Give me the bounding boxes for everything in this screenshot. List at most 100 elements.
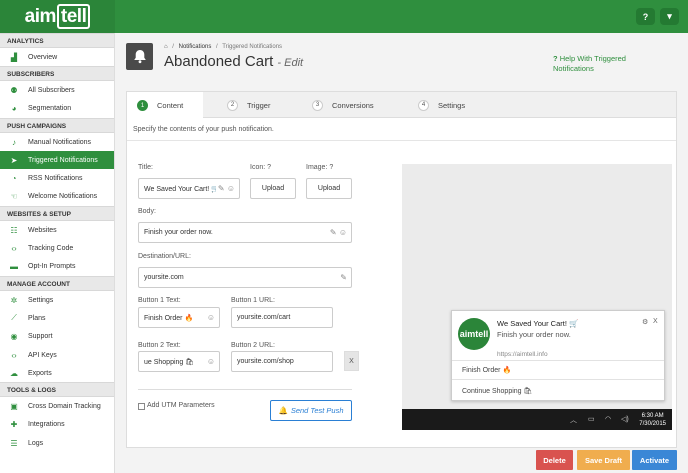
button2-text-input[interactable]: ue Shopping 🛍 ☺ — [138, 351, 220, 372]
pie-icon: ◕ — [11, 104, 17, 114]
tab-settings[interactable]: 4 Settings — [418, 92, 465, 118]
cloud-download-icon: ☁ — [10, 368, 18, 378]
tab-conversions[interactable]: 3 Conversions — [312, 92, 374, 118]
image-label: Image: ? — [306, 164, 334, 171]
title-label: Title: — [138, 164, 153, 171]
sidebar-item-tracking-code[interactable]: ‹› Tracking Code — [0, 239, 114, 257]
sidebar-item-label: Triggered Notifications — [28, 156, 98, 164]
button1-url-input[interactable]: yoursite.com/cart — [231, 307, 333, 328]
sidebar-item-integrations[interactable]: ✚ Integrations — [0, 416, 114, 434]
page-icon — [126, 43, 153, 70]
battery-icon: ▭ — [588, 416, 595, 423]
sidebar-item-welcome-notifications[interactable]: ☜ Welcome Notifications — [0, 188, 114, 206]
help-link[interactable]: ? Help With Triggered Notifications — [553, 54, 653, 74]
button2-url-input[interactable]: yoursite.com/shop — [231, 351, 333, 372]
breadcrumb-notifications[interactable]: Notifications — [179, 44, 212, 50]
tab-label: Content — [157, 101, 184, 110]
preview-body: Finish your order now. — [497, 330, 571, 339]
preview-notification: aimtell We Saved Your Cart! 🛒 Finish you… — [451, 310, 665, 401]
sidebar-item-opt-in-prompts[interactable]: ▬ Opt-In Prompts — [0, 258, 114, 276]
preview-taskbar: ︿ ▭ ◠ ◁) 6:30 AM 7/30/2015 — [402, 409, 672, 430]
sidebar-item-logs[interactable]: ☰ Logs — [0, 434, 114, 452]
sidebar-item-websites[interactable]: ☷ Websites — [0, 221, 114, 239]
account-menu-button[interactable]: ▾ — [660, 8, 679, 25]
emoji-icon[interactable]: ☺ — [207, 313, 215, 322]
preview-clock: 6:30 AM 7/30/2015 — [639, 412, 666, 428]
home-icon[interactable]: ⌂ — [164, 44, 168, 50]
title-input[interactable]: We Saved Your Cart! 🛒 ✎ ☺ — [138, 178, 240, 199]
breadcrumb-sep: / — [216, 44, 218, 50]
remove-button2[interactable]: X — [344, 351, 359, 371]
bell-icon: ♪ — [12, 137, 16, 147]
icon-upload-button[interactable]: Upload — [250, 178, 296, 199]
sidebar-item-triggered-notifications[interactable]: ➤ Triggered Notifications — [0, 151, 114, 170]
gears-icon: ✲ — [10, 295, 18, 305]
sidebar-section-header: ANALYTICS — [0, 33, 114, 48]
sidebar-item-segmentation[interactable]: ◕ Segmentation — [0, 100, 114, 118]
sidebar-item-api-keys[interactable]: ‹› API Keys — [0, 346, 114, 364]
send-test-push-button[interactable]: 🔔 Send Test Push — [270, 400, 352, 421]
breadcrumb: ⌂ / Notifications / Triggered Notificati… — [164, 44, 282, 50]
sidebar-section-header: MANAGE ACCOUNT — [0, 275, 114, 291]
sidebar-item-plans[interactable]: ⟋ Plans — [0, 309, 114, 327]
sidebar-item-label: Logs — [28, 439, 44, 447]
preview-date: 7/30/2015 — [639, 421, 666, 427]
sidebar-item-settings[interactable]: ✲ Settings — [0, 291, 114, 309]
activate-button[interactable]: Activate — [632, 450, 677, 470]
tab-content[interactable]: 1 Content — [127, 92, 203, 119]
sidebar-item-support[interactable]: ◉ Support — [0, 328, 114, 346]
help-button[interactable]: ? — [636, 8, 655, 25]
utm-checkbox[interactable] — [138, 403, 145, 410]
bell-icon — [133, 50, 146, 64]
destination-label: Destination/URL: — [138, 253, 191, 260]
image-upload-button[interactable]: Upload — [306, 178, 352, 199]
sidebar-item-label: Settings — [28, 296, 54, 304]
sidebar-item-all-subscribers[interactable]: ⚉ All Subscribers — [0, 81, 114, 99]
tab-description: Specify the contents of your push notifi… — [133, 126, 274, 133]
tab-number: 3 — [312, 99, 323, 111]
button2-url-label: Button 2 URL: — [231, 342, 275, 349]
chevron-down-icon: ▾ — [667, 11, 672, 21]
destination-input[interactable]: yoursite.com ✎ — [138, 267, 352, 288]
sidebar-item-manual-notifications[interactable]: ♪ Manual Notifications — [0, 133, 114, 151]
question-circle-icon: ? — [267, 164, 272, 171]
tab-bar: 1 Content 2 Trigger 3 Conversions 4 Settings — [127, 92, 676, 119]
sidebar-item-label: Exports — [28, 369, 52, 377]
sidebar-item-exports[interactable]: ☁ Exports — [0, 364, 114, 382]
list-icon: ☰ — [10, 438, 18, 448]
sidebar-item-cross-domain-tracking[interactable]: ▣ Cross Domain Tracking — [0, 397, 114, 415]
tab-number: 4 — [418, 99, 429, 111]
divider — [127, 140, 676, 141]
save-draft-button[interactable]: Save Draft — [577, 450, 630, 470]
divider — [452, 379, 664, 380]
pencil-emoji-icons[interactable]: ✎ ☺ — [215, 184, 235, 193]
body-label: Body: — [138, 208, 156, 215]
pencil-icon[interactable]: ✎ — [340, 273, 347, 282]
window-icon: ▬ — [10, 262, 18, 272]
sidebar-item-rss-notifications[interactable]: ◔ RSS Notifications — [0, 169, 114, 187]
body-input[interactable]: Finish your order now. ✎ ☺ — [138, 222, 352, 243]
editor-card: 1 Content 2 Trigger 3 Conversions 4 Settings… — [126, 91, 677, 448]
sidebar-item-label: Overview — [28, 53, 58, 61]
emoji-icon[interactable]: ☺ — [207, 357, 215, 366]
sidebar-item-overview[interactable]: ▟ Overview — [0, 48, 114, 66]
button1-text-input[interactable]: Finish Order 🔥 ☺ — [138, 307, 220, 328]
gear-icon: ⚙ — [642, 319, 649, 326]
button1-text-label: Button 1 Text: — [138, 297, 181, 304]
button2-text-label: Button 2 Text: — [138, 342, 181, 349]
code-icon: ‹› — [11, 350, 17, 360]
logo[interactable]: aim tell — [0, 0, 115, 33]
puzzle-icon: ✚ — [10, 420, 18, 430]
tab-number: 1 — [137, 100, 148, 111]
sidebar-item-label: Tracking Code — [28, 245, 74, 253]
question-circle-icon: ? — [329, 164, 334, 171]
sidebar-item-label: Cross Domain Tracking — [28, 403, 101, 411]
sidebar-item-label: Websites — [28, 226, 57, 234]
help-link-text[interactable]: Help With Triggered Notifications — [553, 54, 626, 73]
sidebar-item-label: RSS Notifications — [28, 175, 83, 183]
utm-label[interactable]: Add UTM Parameters — [147, 402, 215, 409]
delete-button[interactable]: Delete — [536, 450, 573, 470]
code-icon: ‹› — [11, 244, 17, 254]
pencil-emoji-icons[interactable]: ✎ ☺ — [330, 228, 347, 237]
tab-trigger[interactable]: 2 Trigger — [227, 92, 270, 118]
